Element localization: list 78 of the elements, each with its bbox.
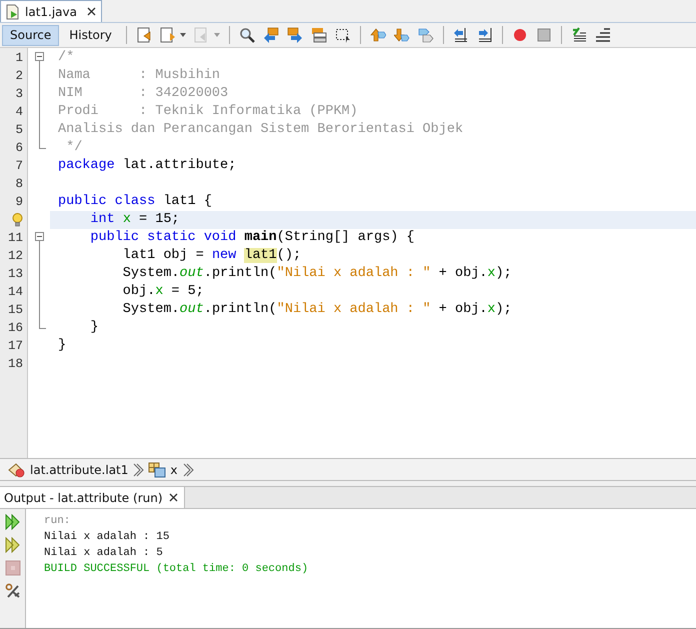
file-tab-title: lat1.java: [25, 4, 77, 18]
line-number: 16: [8, 320, 23, 337]
code-line: Nama : Musbihin: [58, 68, 220, 83]
line-number: 13: [8, 266, 23, 283]
java-file-icon: [5, 4, 21, 20]
arrow-up-icon: [370, 27, 386, 43]
line-number: 14: [8, 284, 23, 301]
indent-left-icon: [452, 27, 469, 43]
record-icon: [512, 27, 528, 43]
caret-icon: [214, 33, 220, 37]
wrench-icon: [4, 583, 20, 599]
class-icon: [8, 462, 26, 478]
output-line: Nilai x adalah : 15: [44, 530, 170, 545]
line-number: 18: [8, 356, 23, 373]
double-play-icon: [4, 537, 20, 553]
line-number: 12: [8, 248, 23, 265]
output-tab[interactable]: Output - lat.attribute (run): [0, 487, 185, 508]
page-arrow-icon: [160, 27, 176, 43]
lightbulb-icon[interactable]: [12, 213, 23, 227]
chevron-icon: [182, 462, 194, 478]
tag-icon: [418, 27, 434, 43]
arrow-left-icon: [262, 27, 279, 43]
code-line: /*: [58, 50, 74, 65]
stop-icon: [536, 27, 552, 43]
arrow-down-icon: [394, 27, 410, 43]
line-number: 9: [15, 194, 23, 211]
stacked-rectangles-icon: [310, 27, 327, 43]
file-tab[interactable]: lat1.java: [0, 0, 102, 22]
stop-icon: [4, 560, 20, 576]
line-number: 6: [15, 140, 23, 157]
code-line: public class lat1 {: [58, 194, 212, 209]
code-line: */: [65, 140, 82, 155]
line-number: 8: [15, 176, 23, 193]
code-line: Prodi : Teknik Informatika (PPKM): [58, 104, 358, 119]
view-tab[interactable]: History: [61, 24, 120, 46]
breadcrumb[interactable]: x: [148, 462, 178, 478]
caret-icon: [180, 33, 186, 37]
line-number: 2: [15, 68, 23, 85]
output-tool-button[interactable]: [2, 512, 22, 532]
code-line: NIM : 342020003: [58, 86, 228, 101]
output-line: Nilai x adalah : 5: [44, 546, 164, 561]
close-icon[interactable]: [86, 7, 96, 16]
line-number: 1: [15, 50, 23, 67]
line-number: 7: [15, 158, 23, 175]
line-number: 15: [8, 302, 23, 319]
line-number: 11: [8, 230, 23, 247]
code-line: System.out.println("Nilai x adalah : " + obj.x);: [122, 266, 512, 281]
field-icon: [148, 462, 166, 478]
code-line: int x = 15;: [89, 212, 180, 227]
code-line: lat1 obj = new lat1();: [122, 248, 302, 263]
fold-toggle[interactable]: [35, 52, 44, 61]
output-tool-button[interactable]: [2, 535, 22, 555]
fold-toggle[interactable]: [35, 232, 44, 241]
line-number: 4: [15, 104, 23, 121]
chevron-icon: [132, 462, 144, 478]
code-line: obj.x = 5;: [122, 284, 204, 299]
view-tab[interactable]: Source: [2, 24, 60, 46]
close-icon[interactable]: [168, 493, 178, 502]
breadcrumb[interactable]: lat.attribute.lat1: [8, 462, 128, 478]
comment-lines-icon: [570, 27, 587, 43]
code-line: public static void main(String[] args) {: [89, 230, 414, 245]
lines-icon: [594, 27, 611, 43]
code-line: package lat.attribute;: [58, 158, 236, 173]
output-tab-title: Output - lat.attribute (run): [4, 490, 163, 504]
search-icon: [238, 27, 255, 43]
line-number: 3: [15, 86, 23, 103]
line-number: 17: [8, 338, 23, 355]
output-line: run:: [44, 514, 72, 529]
selection-rectangle-icon: [334, 27, 351, 43]
code-line: Analisis dan Perancangan Sistem Berorientasi Objek: [58, 122, 464, 137]
arrow-right-icon: [286, 27, 303, 43]
indent-right-icon: [476, 27, 493, 43]
code-line: }: [89, 320, 99, 335]
code-line: System.out.println("Nilai x adalah : " + obj.x);: [122, 302, 512, 317]
output-line: BUILD SUCCESSFUL (total time: 0 seconds): [44, 562, 308, 577]
line-number: 5: [15, 122, 23, 139]
double-play-icon: [4, 514, 20, 530]
code-line: }: [58, 338, 66, 353]
